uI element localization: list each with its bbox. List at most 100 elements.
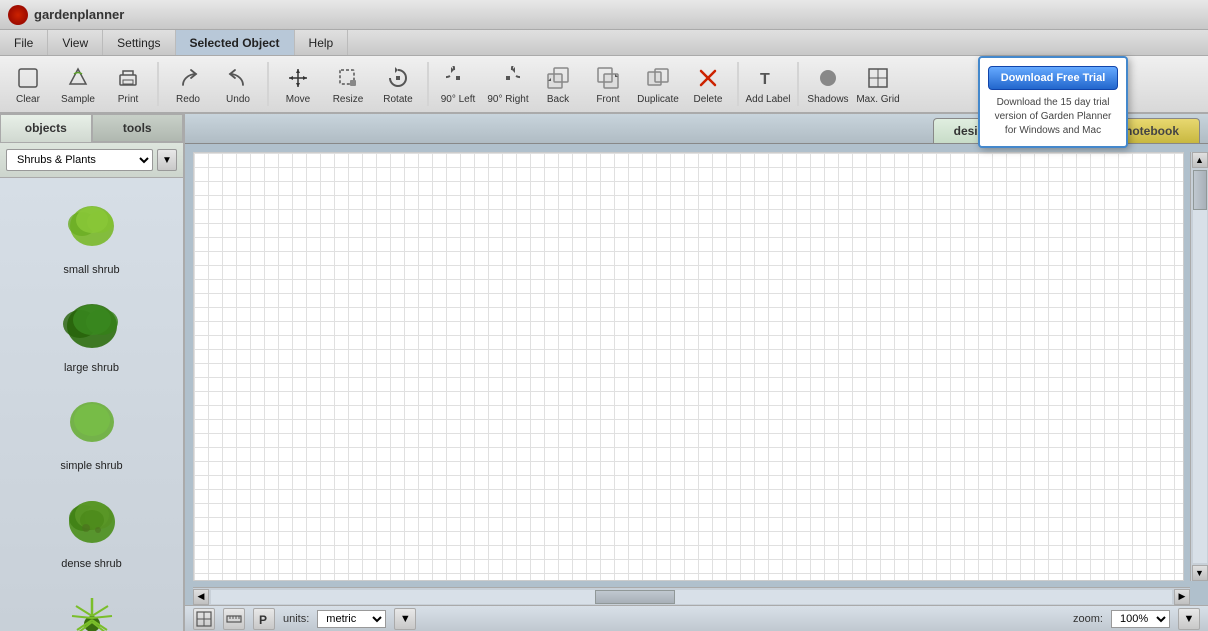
max-grid-button[interactable]: Max. Grid	[854, 58, 902, 110]
ruler-icon[interactable]	[223, 608, 245, 630]
list-item[interactable]: dense shrub	[22, 480, 162, 574]
toolbar-separator-3	[427, 62, 429, 106]
objects-list: small shrub large shrub	[0, 178, 183, 631]
grid-icon[interactable]	[193, 608, 215, 630]
back-icon	[544, 64, 572, 92]
scroll-track-vertical[interactable]	[1193, 170, 1207, 563]
resize-button[interactable]: Resize	[324, 58, 372, 110]
rotate-icon	[384, 64, 412, 92]
units-select[interactable]: metric imperial	[317, 610, 386, 628]
delete-icon	[694, 64, 722, 92]
units-label: units:	[283, 613, 309, 625]
tab-objects[interactable]: objects	[0, 114, 92, 142]
download-trial-popup: Download Free Trial Download the 15 day …	[978, 56, 1128, 148]
print-icon	[114, 64, 142, 92]
toolbar-separator-4	[737, 62, 739, 106]
zoom-dropdown-arrow[interactable]: ▼	[1178, 608, 1200, 630]
category-dropdown[interactable]: Shrubs & Plants Trees Flowers Vegetables…	[6, 149, 153, 171]
menu-file[interactable]: File	[0, 30, 48, 55]
back-button[interactable]: Back	[534, 58, 582, 110]
statusbar: P units: metric imperial ▼ zoom: 50% 75%…	[185, 605, 1208, 631]
simple-shrub-label: simple shrub	[60, 460, 122, 472]
scroll-up-button[interactable]: ▲	[1192, 152, 1208, 168]
redo-button[interactable]: Redo	[164, 58, 212, 110]
redo-icon	[174, 64, 202, 92]
rotate-90left-icon	[444, 64, 472, 92]
clear-button[interactable]: Clear	[4, 58, 52, 110]
small-shrub-icon	[56, 190, 128, 262]
app-logo	[8, 5, 28, 25]
scroll-track-horizontal[interactable]	[211, 590, 1172, 604]
scroll-down-button[interactable]: ▼	[1192, 565, 1208, 581]
dense-shrub-icon	[56, 484, 128, 556]
duplicate-icon	[644, 64, 672, 92]
delete-button[interactable]: Delete	[684, 58, 732, 110]
spiky-plant-icon	[56, 582, 128, 631]
grid-background	[194, 153, 1183, 580]
canvas-container: ▲ ▼ ◀ ▶	[185, 144, 1208, 605]
move-button[interactable]: Move	[274, 58, 322, 110]
large-shrub-icon	[56, 288, 128, 360]
label-p-icon[interactable]: P	[253, 608, 275, 630]
vertical-scrollbar: ▲ ▼	[1190, 152, 1208, 581]
list-item[interactable]: spiky plant	[22, 578, 162, 631]
scroll-thumb-vertical[interactable]	[1193, 170, 1207, 210]
list-item[interactable]: small shrub	[22, 186, 162, 280]
front-button[interactable]: Front	[584, 58, 632, 110]
menu-selected-object[interactable]: Selected Object	[176, 30, 295, 55]
rotate-90left-button[interactable]: 90° Left	[434, 58, 482, 110]
list-item[interactable]: large shrub	[22, 284, 162, 378]
left-panel: objects tools Shrubs & Plants Trees Flow…	[0, 114, 185, 631]
list-item[interactable]: simple shrub	[22, 382, 162, 476]
rotate-button[interactable]: Rotate	[374, 58, 422, 110]
rotate-90right-icon	[494, 64, 522, 92]
shadows-icon	[814, 64, 842, 92]
menu-help[interactable]: Help	[295, 30, 349, 55]
menubar: File View Settings Selected Object Help	[0, 30, 1208, 56]
duplicate-button[interactable]: Duplicate	[634, 58, 682, 110]
resize-icon	[334, 64, 362, 92]
svg-text:P: P	[259, 613, 267, 627]
scroll-right-button[interactable]: ▶	[1174, 589, 1190, 605]
shadows-button[interactable]: Shadows	[804, 58, 852, 110]
toolbar-separator-2	[267, 62, 269, 106]
max-grid-icon	[864, 64, 892, 92]
large-shrub-label: large shrub	[64, 362, 119, 374]
add-label-icon: T	[754, 64, 782, 92]
main-area: objects tools Shrubs & Plants Trees Flow…	[0, 114, 1208, 631]
move-icon	[284, 64, 312, 92]
zoom-select[interactable]: 50% 75% 100% 125% 150% 200%	[1111, 610, 1170, 628]
design-canvas[interactable]	[193, 152, 1184, 581]
simple-shrub-icon	[56, 386, 128, 458]
clear-icon	[14, 64, 42, 92]
rotate-90right-button[interactable]: 90° Right	[484, 58, 532, 110]
category-selector: Shrubs & Plants Trees Flowers Vegetables…	[0, 143, 183, 178]
sample-button[interactable]: Sample	[54, 58, 102, 110]
undo-button[interactable]: Undo	[214, 58, 262, 110]
svg-text:T: T	[760, 71, 770, 88]
scroll-left-button[interactable]: ◀	[193, 589, 209, 605]
download-description: Download the 15 day trial version of Gar…	[988, 96, 1118, 138]
menu-settings[interactable]: Settings	[103, 30, 175, 55]
panel-tabs: objects tools	[0, 114, 183, 143]
app-title: gardenplanner	[34, 7, 124, 22]
right-area: design preview notebook ▲ ▼ ◀	[185, 114, 1208, 631]
small-shrub-label: small shrub	[63, 264, 119, 276]
dense-shrub-label: dense shrub	[61, 558, 122, 570]
units-dropdown-arrow[interactable]: ▼	[394, 608, 416, 630]
tab-tools[interactable]: tools	[92, 114, 184, 142]
toolbar-separator-1	[157, 62, 159, 106]
sample-icon	[64, 64, 92, 92]
undo-icon	[224, 64, 252, 92]
download-trial-button[interactable]: Download Free Trial	[988, 66, 1118, 90]
menu-view[interactable]: View	[48, 30, 103, 55]
toolbar-separator-5	[797, 62, 799, 106]
horizontal-scrollbar: ◀ ▶	[193, 587, 1190, 605]
zoom-label: zoom:	[1073, 613, 1103, 625]
scroll-thumb-horizontal[interactable]	[595, 590, 675, 604]
category-dropdown-arrow[interactable]: ▼	[157, 149, 177, 171]
add-label-button[interactable]: T Add Label	[744, 58, 792, 110]
front-icon	[594, 64, 622, 92]
titlebar: gardenplanner Download Free Trial Downlo…	[0, 0, 1208, 30]
print-button[interactable]: Print	[104, 58, 152, 110]
